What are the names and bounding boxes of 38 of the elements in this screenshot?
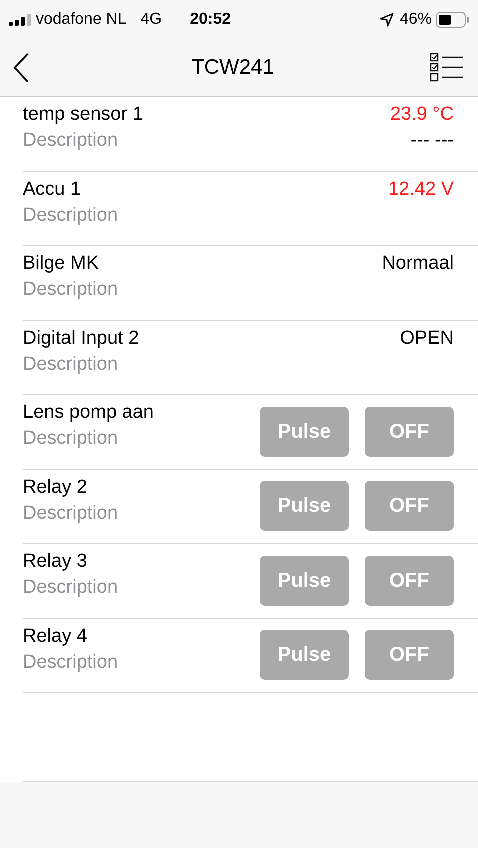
relay-button[interactable]: OFF [365, 406, 454, 457]
relay-button[interactable]: OFF [365, 630, 454, 680]
reading-value: 12.42 V [388, 178, 454, 202]
relay-button[interactable]: Pulse [260, 556, 349, 606]
carrier-name: vodafone NL [36, 10, 127, 30]
row-description: Description [23, 352, 120, 376]
network-type: 4G [140, 10, 162, 30]
relay-button[interactable]: Pulse [260, 630, 349, 680]
row-title: Relay 4 [23, 624, 88, 648]
signal-icon [8, 14, 34, 26]
relay-button[interactable]: OFF [365, 481, 454, 532]
row-description: Description [23, 650, 120, 674]
relay-button[interactable]: Pulse [260, 481, 349, 532]
row-description: Description [23, 576, 120, 600]
row-title: Digital Input 2 [23, 326, 140, 350]
battery-percent: 46% [400, 10, 432, 30]
row-description: Description [23, 502, 120, 526]
reading-value: 23.9 °C [390, 103, 454, 127]
relay-button[interactable]: Pulse [260, 406, 349, 457]
relay-button[interactable]: OFF [365, 556, 454, 606]
row-title: Relay 3 [23, 550, 88, 574]
battery-icon [436, 12, 470, 28]
row-description: Description [23, 427, 120, 451]
checklist-icon[interactable] [430, 53, 464, 83]
clock-time: 20:52 [190, 10, 231, 30]
row-description: Description [23, 129, 120, 153]
location-icon [380, 13, 394, 27]
row-title: Relay 2 [23, 476, 88, 500]
page-title: TCW241 [192, 55, 274, 82]
row-title: Bilge MK [23, 252, 100, 276]
reading-value: OPEN [400, 326, 454, 350]
row-title: Accu 1 [23, 178, 82, 202]
secondary-reading: --- --- [410, 129, 454, 153]
row-title: temp sensor 1 [23, 103, 144, 127]
row-description: Description [23, 204, 120, 228]
reading-value: Normaal [382, 252, 454, 276]
row-description: Description [23, 278, 120, 302]
row-title: Lens pomp aan [23, 401, 155, 425]
